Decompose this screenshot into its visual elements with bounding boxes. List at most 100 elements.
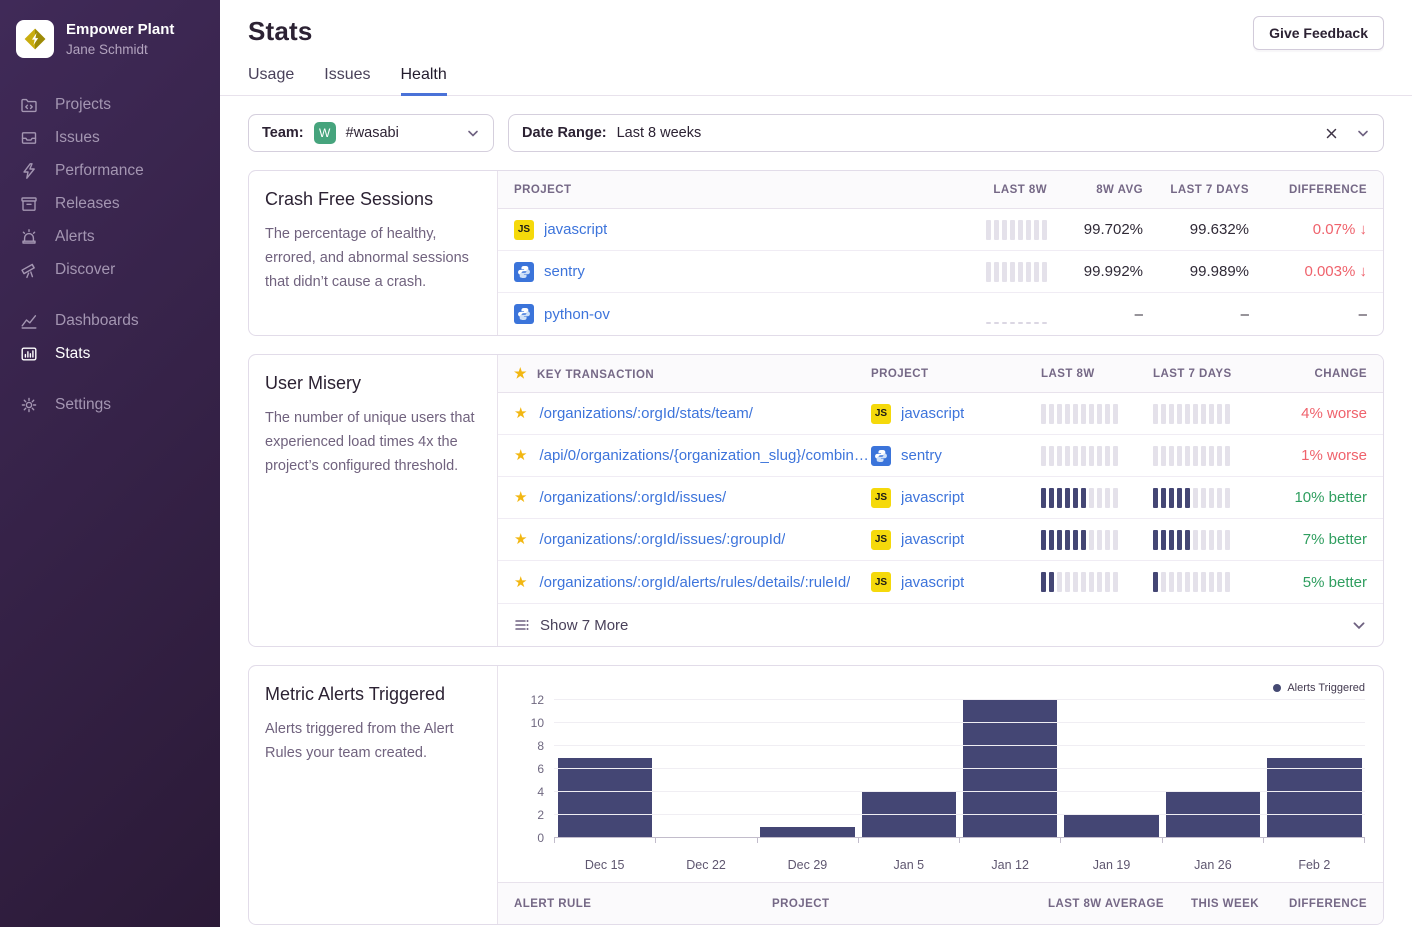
main-area: Stats Give Feedback Usage Issues Health Te… bbox=[220, 0, 1412, 927]
column-header: LAST 8W bbox=[1041, 368, 1153, 380]
discover-icon bbox=[20, 261, 38, 279]
chevron-down-icon bbox=[466, 126, 480, 140]
org-name: Empower Plant bbox=[66, 21, 174, 40]
column-header: PROJECT bbox=[514, 184, 937, 196]
column-header: PROJECT bbox=[871, 368, 1041, 380]
projects-icon bbox=[20, 96, 38, 114]
y-axis-tick: 12 bbox=[531, 693, 544, 707]
x-axis-label: Jan 12 bbox=[960, 858, 1061, 872]
project-link[interactable]: sentry bbox=[901, 447, 942, 464]
page-title: Stats bbox=[248, 16, 313, 47]
key-transaction-star-icon[interactable]: ★ bbox=[514, 532, 527, 547]
bar-jan-5[interactable] bbox=[858, 700, 959, 838]
bar-dec-15[interactable] bbox=[554, 700, 655, 838]
sidebar-item-issues[interactable]: Issues bbox=[0, 121, 220, 154]
y-axis-tick: 4 bbox=[537, 785, 544, 799]
key-transaction-star-icon[interactable]: ★ bbox=[514, 575, 527, 590]
last-7d-value: 99.989% bbox=[1143, 263, 1249, 280]
sparkline bbox=[1153, 530, 1265, 550]
sidebar-item-releases[interactable]: Releases bbox=[0, 187, 220, 220]
user-misery-table: ★KEY TRANSACTIONPROJECTLAST 8WLAST 7 DAY… bbox=[498, 355, 1383, 646]
table-header: ALERT RULEPROJECTLAST 8W AVERAGETHIS WEE… bbox=[498, 882, 1383, 924]
org-switcher[interactable]: Empower Plant Jane Schmidt bbox=[0, 20, 220, 88]
sidebar-item-performance[interactable]: Performance bbox=[0, 154, 220, 187]
project-link[interactable]: javascript bbox=[901, 574, 964, 591]
sidebar-item-label: Stats bbox=[55, 345, 90, 363]
y-axis-tick: 10 bbox=[531, 716, 544, 730]
bar-jan-12[interactable] bbox=[960, 700, 1061, 838]
metric-alerts-content: Alerts Triggered 024681012 Dec 15Dec 22D… bbox=[498, 666, 1383, 924]
bar-dec-29[interactable] bbox=[757, 700, 858, 838]
performance-icon bbox=[20, 162, 38, 180]
avg-8w-value: 99.992% bbox=[1047, 263, 1143, 280]
key-transaction-star-icon[interactable]: ★ bbox=[514, 490, 527, 505]
give-feedback-button[interactable]: Give Feedback bbox=[1253, 16, 1384, 50]
sidebar-item-label: Alerts bbox=[55, 228, 95, 246]
transaction-link[interactable]: /api/0/organizations/{organization_slug}… bbox=[539, 447, 871, 464]
sparkline bbox=[1041, 488, 1153, 508]
team-avatar: W bbox=[314, 122, 336, 144]
clear-date-range-icon[interactable] bbox=[1325, 127, 1338, 140]
avg-8w-value: – bbox=[1047, 306, 1143, 323]
last-7d-value: – bbox=[1143, 306, 1249, 323]
change-value: 7% better bbox=[1265, 531, 1367, 548]
column-header: DIFFERENCE bbox=[1249, 184, 1367, 196]
project-link[interactable]: javascript bbox=[901, 489, 964, 506]
chart-legend: Alerts Triggered bbox=[1273, 682, 1365, 694]
sidebar-item-stats[interactable]: Stats bbox=[0, 337, 220, 370]
tab-usage[interactable]: Usage bbox=[248, 66, 294, 96]
sidebar-item-settings[interactable]: Settings bbox=[0, 388, 220, 421]
python-platform-icon bbox=[514, 262, 534, 282]
dashboards-icon bbox=[20, 312, 38, 330]
project-link[interactable]: python-ov bbox=[544, 306, 610, 323]
page-header: Stats Give Feedback Usage Issues Health bbox=[220, 0, 1412, 96]
table-row: ★/organizations/:orgId/issues/JSjavascri… bbox=[498, 477, 1383, 519]
transaction-link[interactable]: /organizations/:orgId/stats/team/ bbox=[539, 405, 752, 422]
tab-issues[interactable]: Issues bbox=[324, 66, 370, 96]
transaction-link[interactable]: /organizations/:orgId/issues/ bbox=[539, 489, 726, 506]
date-range-select[interactable]: Date Range: Last 8 weeks bbox=[508, 114, 1384, 152]
panel-description: The number of unique users that experien… bbox=[265, 406, 481, 478]
transaction-link[interactable]: /organizations/:orgId/issues/:groupId/ bbox=[539, 531, 785, 548]
python-platform-icon bbox=[871, 446, 891, 466]
table-header: PROJECTLAST 8W8W AVGLAST 7 DAYSDIFFERENC… bbox=[498, 171, 1383, 209]
project-link[interactable]: javascript bbox=[901, 405, 964, 422]
team-select[interactable]: Team: W #wasabi bbox=[248, 114, 494, 152]
y-axis-tick: 6 bbox=[537, 762, 544, 776]
bar-jan-26[interactable] bbox=[1162, 700, 1263, 838]
bar-jan-19[interactable] bbox=[1061, 700, 1162, 838]
y-axis-tick: 2 bbox=[537, 808, 544, 822]
key-transaction-star-icon[interactable]: ★ bbox=[514, 448, 527, 463]
team-select-label: Team: bbox=[262, 125, 304, 141]
project-link[interactable]: sentry bbox=[544, 263, 585, 280]
sidebar: Empower Plant Jane Schmidt ProjectsIssue… bbox=[0, 0, 220, 927]
sidebar-item-dashboards[interactable]: Dashboards bbox=[0, 304, 220, 337]
column-header: LAST 7 DAYS bbox=[1153, 368, 1265, 380]
column-header: ALERT RULE bbox=[514, 898, 772, 910]
key-transaction-star-icon[interactable]: ★ bbox=[514, 406, 527, 421]
panel-description: Alerts triggered from the Alert Rules yo… bbox=[265, 717, 481, 765]
sparkline bbox=[1041, 404, 1153, 424]
table-row: ★/organizations/:orgId/stats/team/JSjava… bbox=[498, 393, 1383, 435]
sidebar-item-label: Dashboards bbox=[55, 312, 139, 330]
project-link[interactable]: javascript bbox=[901, 531, 964, 548]
column-header: DIFFERENCE bbox=[1259, 898, 1367, 910]
org-logo-icon bbox=[16, 20, 54, 58]
chevron-down-icon bbox=[1351, 617, 1367, 633]
tab-health[interactable]: Health bbox=[401, 66, 447, 96]
x-axis-label: Jan 26 bbox=[1162, 858, 1263, 872]
date-range-value: Last 8 weeks bbox=[617, 125, 702, 141]
bar-dec-22[interactable] bbox=[655, 700, 756, 838]
sidebar-item-alerts[interactable]: Alerts bbox=[0, 220, 220, 253]
project-link[interactable]: javascript bbox=[544, 221, 607, 238]
chevron-down-icon bbox=[1356, 126, 1370, 140]
show-more-button[interactable]: Show 7 More bbox=[498, 603, 1383, 646]
sidebar-item-discover[interactable]: Discover bbox=[0, 253, 220, 286]
star-icon: ★ bbox=[514, 365, 527, 381]
sidebar-item-projects[interactable]: Projects bbox=[0, 88, 220, 121]
transaction-link[interactable]: /organizations/:orgId/alerts/rules/detai… bbox=[539, 574, 850, 591]
bar-feb-2[interactable] bbox=[1264, 700, 1365, 838]
crash-free-sessions-panel: Crash Free Sessions The percentage of he… bbox=[248, 170, 1384, 336]
show-more-label: Show 7 More bbox=[540, 617, 628, 634]
sidebar-item-label: Releases bbox=[55, 195, 120, 213]
